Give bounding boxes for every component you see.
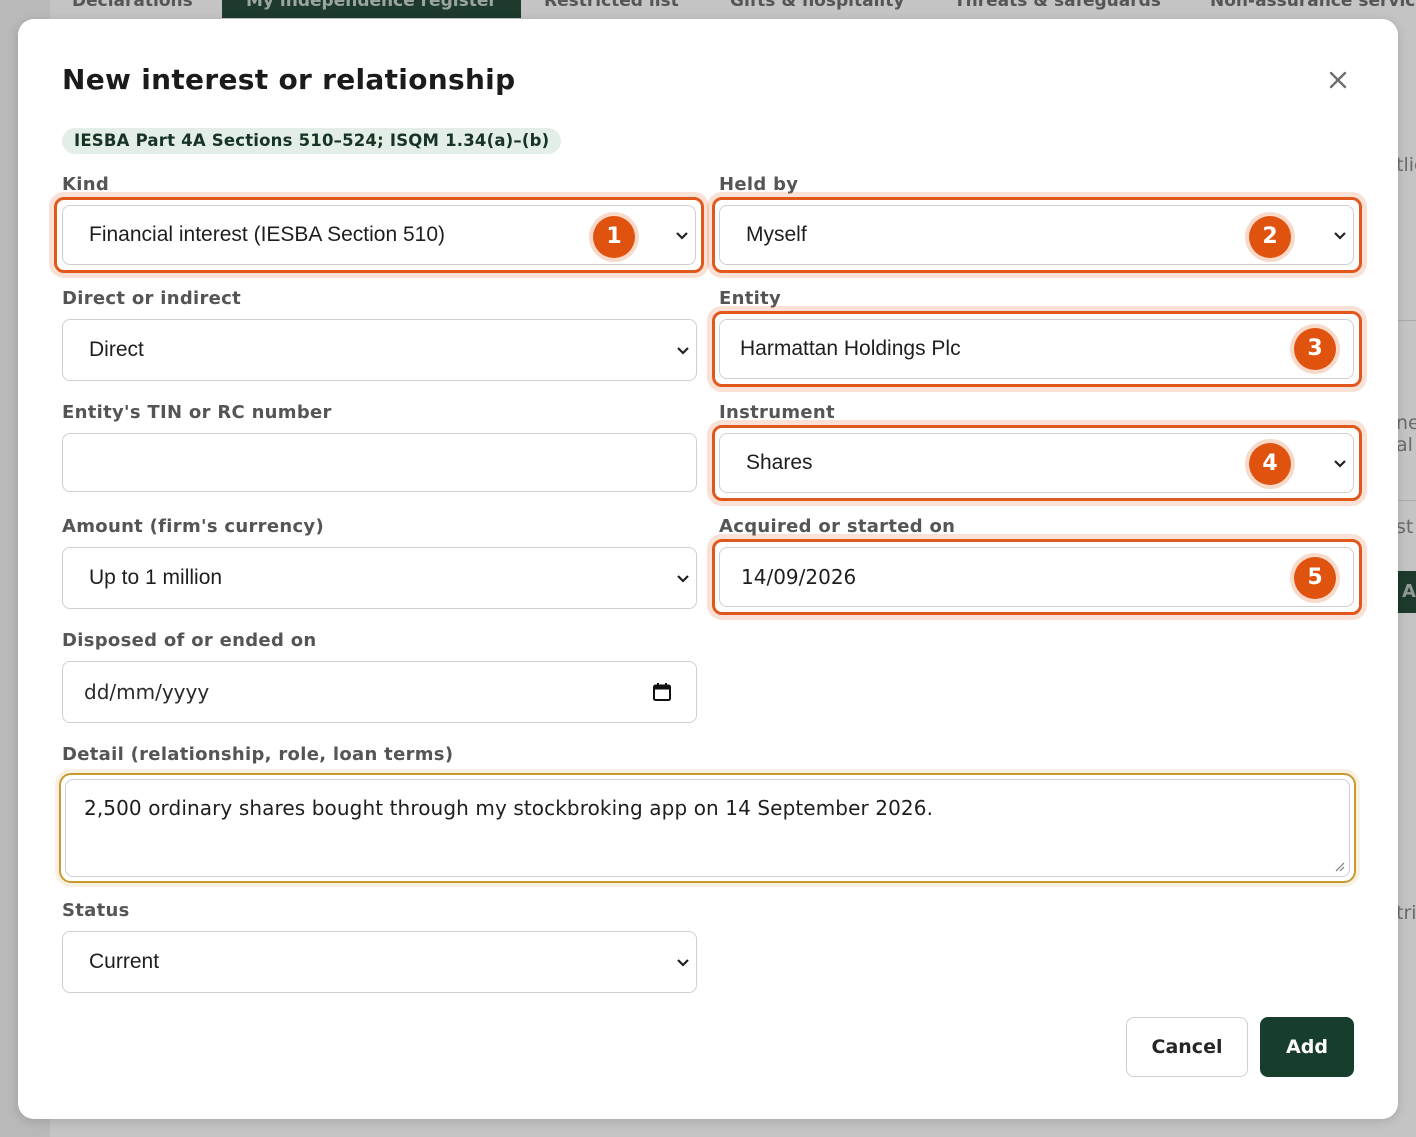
instrument-value: Shares — [746, 451, 813, 474]
direct-or-indirect-label: Direct or indirect — [62, 288, 242, 309]
background-divider — [1396, 320, 1416, 321]
tab-threats-safeguards[interactable]: Threats & safeguards — [954, 0, 1161, 18]
background-text-fragment: tri — [1396, 902, 1416, 924]
chevron-down-icon — [1334, 460, 1346, 468]
step-marker: 1 — [593, 216, 635, 258]
detail-textarea[interactable]: 2,500 ordinary shares bought through my … — [65, 779, 1350, 877]
detail-label: Detail (relationship, role, loan terms) — [62, 744, 454, 765]
chevron-down-icon — [1334, 232, 1346, 240]
acquired-on-label: Acquired or started on — [719, 516, 956, 537]
modal-title: New interest or relationship — [62, 63, 516, 96]
amount-label: Amount (firm's currency) — [62, 516, 324, 537]
step-marker: 4 — [1249, 443, 1291, 485]
chevron-down-icon — [677, 347, 689, 355]
tab-my-independence-register[interactable]: My independence register — [222, 0, 521, 18]
disposed-on-placeholder: dd/mm/yyyy — [84, 680, 210, 704]
tab-declarations[interactable]: Declarations — [72, 0, 193, 18]
step-marker: 3 — [1294, 328, 1336, 370]
background-text-fragment: tlie — [1396, 154, 1416, 176]
detail-focus-ring: 2,500 ordinary shares bought through my … — [59, 773, 1356, 883]
entity-input[interactable]: Harmattan Holdings Plc — [719, 319, 1354, 379]
background-divider — [1396, 500, 1416, 501]
step-marker: 2 — [1249, 216, 1291, 258]
direct-or-indirect-value: Direct — [89, 338, 144, 361]
resize-grip-icon[interactable] — [1333, 860, 1345, 872]
reference-badge: IESBA Part 4A Sections 510–524; ISQM 1.3… — [62, 128, 562, 154]
tab-gifts-hospitality[interactable]: Gifts & hospitality — [730, 0, 904, 18]
background-text-fragment: st — [1396, 516, 1414, 538]
calendar-icon[interactable] — [652, 682, 672, 702]
disposed-on-input[interactable]: dd/mm/yyyy — [62, 661, 697, 723]
detail-value: 2,500 ordinary shares bought through my … — [84, 796, 934, 820]
status-value: Current — [89, 950, 160, 973]
entity-value: Harmattan Holdings Plc — [740, 337, 961, 360]
chevron-down-icon — [677, 575, 689, 583]
held-by-value: Myself — [746, 223, 807, 246]
background-text-fragment: ne — [1396, 412, 1416, 434]
chevron-down-icon — [676, 232, 688, 240]
background-tab-bar: Declarations My independence register Re… — [0, 0, 1416, 20]
tab-non-assurance-services[interactable]: Non-assurance servic — [1210, 0, 1415, 18]
step-marker: 5 — [1294, 557, 1336, 599]
kind-value: Financial interest (IESBA Section 510) — [89, 223, 446, 246]
tab-restricted-list[interactable]: Restricted list — [544, 0, 679, 18]
new-interest-modal: New interest or relationship IESBA Part … — [18, 19, 1398, 1119]
direct-or-indirect-select[interactable]: Direct — [62, 319, 697, 381]
held-by-label: Held by — [719, 174, 799, 195]
acquired-on-input[interactable]: 14/09/2026 — [719, 547, 1354, 607]
entity-label: Entity — [719, 288, 782, 309]
cancel-button[interactable]: Cancel — [1126, 1017, 1248, 1077]
amount-value: Up to 1 million — [89, 566, 223, 589]
add-button[interactable]: Add — [1260, 1017, 1354, 1077]
close-icon[interactable] — [1323, 65, 1353, 95]
kind-label: Kind — [62, 174, 110, 195]
amount-select[interactable]: Up to 1 million — [62, 547, 697, 609]
instrument-label: Instrument — [719, 402, 835, 423]
acquired-on-value: 14/09/2026 — [741, 565, 857, 589]
chevron-down-icon — [677, 959, 689, 967]
tin-rc-input[interactable] — [62, 433, 697, 492]
disposed-on-label: Disposed of or ended on — [62, 630, 317, 651]
background-text-fragment: al — [1396, 434, 1413, 456]
status-label: Status — [62, 900, 130, 921]
tin-rc-label: Entity's TIN or RC number — [62, 402, 332, 423]
status-select[interactable]: Current — [62, 931, 697, 993]
